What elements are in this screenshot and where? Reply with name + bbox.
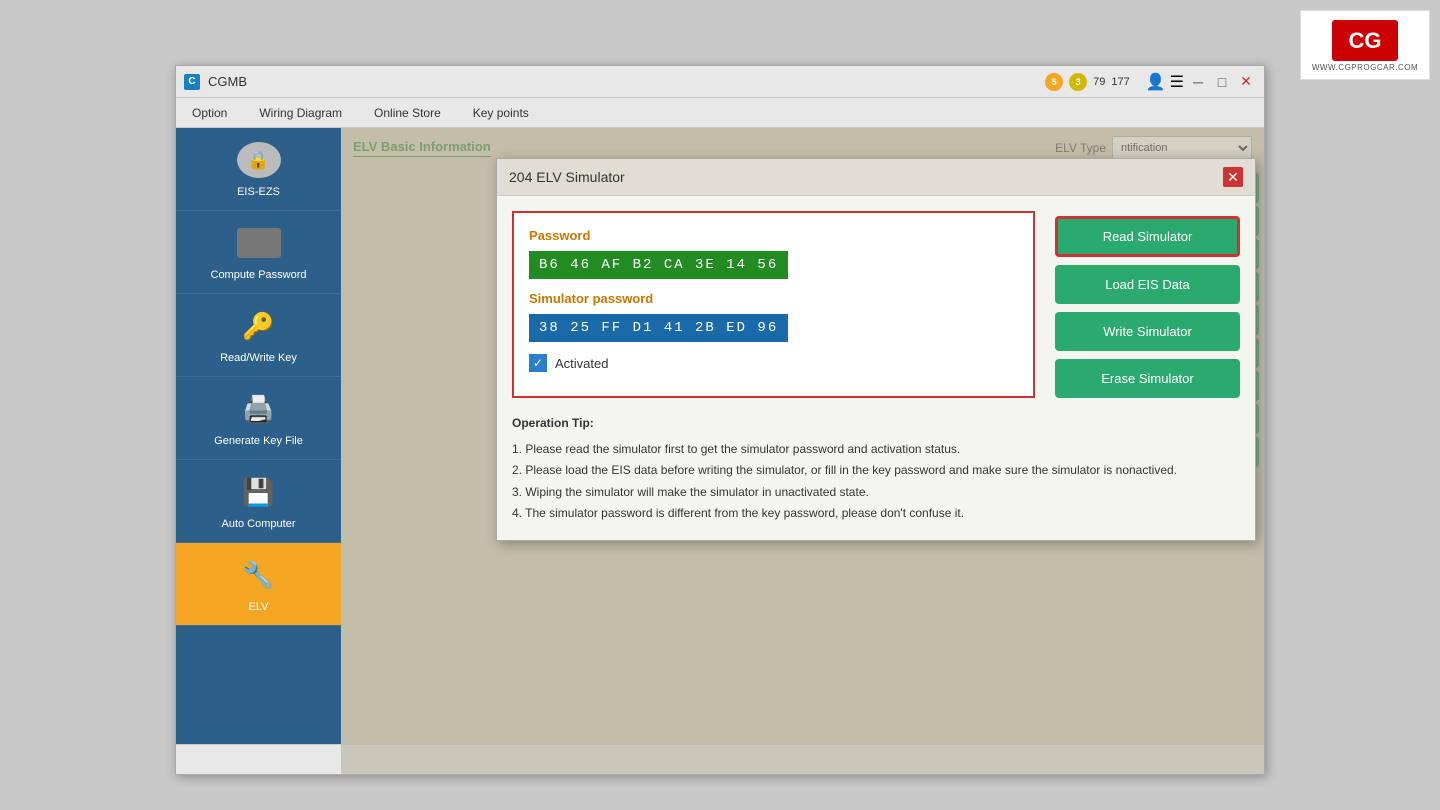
operation-tip-3: 3. Wiping the simulator will make the si… xyxy=(512,482,1240,504)
operation-tip-1: 1. Please read the simulator first to ge… xyxy=(512,439,1240,461)
menu-icon[interactable]: ☰ xyxy=(1170,72,1184,92)
operation-tip-2: 2. Please load the EIS data before writi… xyxy=(512,460,1240,482)
title-bar: C CGMB 5 3 79 177 👤 ☰ ─ □ ✕ xyxy=(176,66,1264,98)
menu-option[interactable]: Option xyxy=(186,102,233,124)
operation-tip: Operation Tip: 1. Please read the simula… xyxy=(512,413,1240,525)
menu-bar: Option Wiring Diagram Online Store Key p… xyxy=(176,98,1264,128)
eis-ezs-icon: 🔒 xyxy=(234,140,284,180)
elv-label: ELV xyxy=(249,601,269,613)
eis-ezs-label: EIS-EZS xyxy=(237,186,280,198)
compute-password-icon xyxy=(234,223,284,263)
activated-checkbox[interactable]: ✓ xyxy=(529,354,547,372)
simulator-buttons: Read Simulator Load EIS Data Write Simul… xyxy=(1055,211,1240,398)
content-area: 🔒 EIS-EZS Compute Password 🔑 Read/Write … xyxy=(176,128,1264,774)
sidebar-item-generate-key-file[interactable]: 🖨️ Generate Key File xyxy=(176,377,341,460)
right-panel: ELV Basic Information ELV Type ntificati… xyxy=(341,128,1264,774)
auto-computer-label: Auto Computer xyxy=(222,518,296,530)
dialog-titlebar: 204 ELV Simulator ✕ xyxy=(497,159,1255,196)
sim-password-label: Simulator password xyxy=(529,291,1018,306)
elv-simulator-dialog: 204 ELV Simulator ✕ Password B6 46 AF B2… xyxy=(496,158,1256,541)
dialog-close-button[interactable]: ✕ xyxy=(1223,167,1243,187)
sim-password-display: 38 25 FF D1 41 2B ED 96 xyxy=(529,314,788,342)
badge-orange: 5 xyxy=(1045,73,1063,91)
menu-wiring-diagram[interactable]: Wiring Diagram xyxy=(253,102,348,124)
password-label: Password xyxy=(529,228,1018,243)
password-section: Password B6 46 AF B2 CA 3E 14 56 Simulat… xyxy=(512,211,1035,398)
read-write-key-label: Read/Write Key xyxy=(220,352,297,364)
sidebar-item-compute-password[interactable]: Compute Password xyxy=(176,211,341,294)
app-icon: C xyxy=(184,74,200,90)
sidebar-item-eis-ezs[interactable]: 🔒 EIS-EZS xyxy=(176,128,341,211)
activated-row: ✓ Activated xyxy=(529,354,1018,372)
sidebar: 🔒 EIS-EZS Compute Password 🔑 Read/Write … xyxy=(176,128,341,774)
cg-logo-text: WWW.CGPROGCAR.COM xyxy=(1312,63,1418,72)
sidebar-item-read-write-key[interactable]: 🔑 Read/Write Key xyxy=(176,294,341,377)
elv-icon: 🔧 xyxy=(234,555,284,595)
status-badges: 5 3 79 177 xyxy=(1045,73,1130,91)
activated-label: Activated xyxy=(555,356,608,371)
dialog-content: Password B6 46 AF B2 CA 3E 14 56 Simulat… xyxy=(512,211,1240,398)
dialog-title: 204 ELV Simulator xyxy=(509,169,625,185)
window-controls: 👤 ☰ ─ □ ✕ xyxy=(1146,72,1256,92)
operation-tip-4: 4. The simulator password is different f… xyxy=(512,503,1240,525)
sidebar-item-elv[interactable]: 🔧 ELV xyxy=(176,543,341,626)
badge-count-79: 79 xyxy=(1093,76,1105,88)
sidebar-item-auto-computer[interactable]: 💾 Auto Computer xyxy=(176,460,341,543)
user-icon[interactable]: 👤 xyxy=(1146,72,1166,92)
generate-key-file-label: Generate Key File xyxy=(214,435,303,447)
menu-online-store[interactable]: Online Store xyxy=(368,102,447,124)
svg-text:CG: CG xyxy=(1349,28,1382,53)
close-button[interactable]: ✕ xyxy=(1236,72,1256,92)
password-display: B6 46 AF B2 CA 3E 14 56 xyxy=(529,251,788,279)
auto-computer-icon: 💾 xyxy=(234,472,284,512)
badge-yellow: 3 xyxy=(1069,73,1087,91)
generate-key-file-icon: 🖨️ xyxy=(234,389,284,429)
menu-key-points[interactable]: Key points xyxy=(467,102,535,124)
maximize-button[interactable]: □ xyxy=(1212,72,1232,92)
erase-simulator-button[interactable]: Erase Simulator xyxy=(1055,359,1240,398)
read-simulator-button[interactable]: Read Simulator xyxy=(1055,216,1240,257)
app-title: CGMB xyxy=(208,74,1037,89)
cg-logo: CG WWW.CGPROGCAR.COM xyxy=(1300,10,1430,80)
main-window: C CGMB 5 3 79 177 👤 ☰ ─ □ ✕ Option Wirin… xyxy=(175,65,1265,775)
load-eis-data-button[interactable]: Load EIS Data xyxy=(1055,265,1240,304)
dialog-body: Password B6 46 AF B2 CA 3E 14 56 Simulat… xyxy=(497,196,1255,540)
write-simulator-button[interactable]: Write Simulator xyxy=(1055,312,1240,351)
operation-tip-title: Operation Tip: xyxy=(512,413,1240,435)
read-write-key-icon: 🔑 xyxy=(234,306,284,346)
minimize-button[interactable]: ─ xyxy=(1188,72,1208,92)
compute-password-label: Compute Password xyxy=(211,269,307,281)
badge-count-177: 177 xyxy=(1111,76,1129,88)
